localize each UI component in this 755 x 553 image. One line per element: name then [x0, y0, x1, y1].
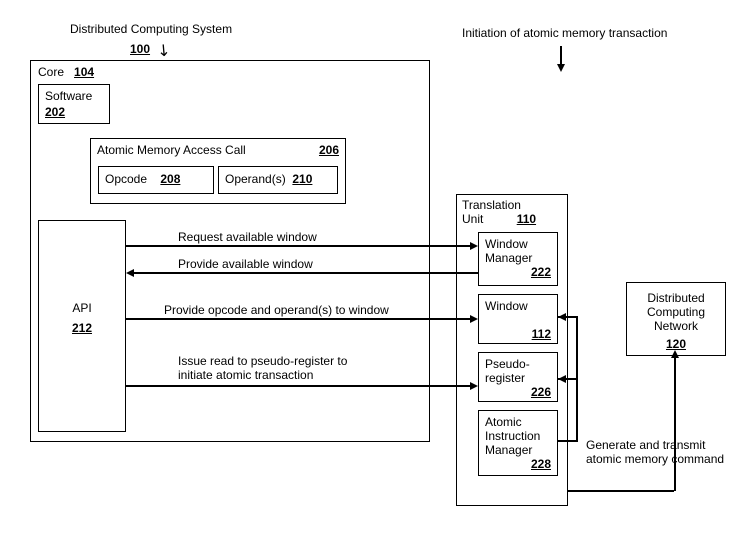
system-label: Distributed Computing System [70, 22, 232, 36]
software-label: Software [45, 89, 103, 103]
init-arrow-head [557, 64, 565, 72]
aim-out-h [568, 490, 674, 492]
software-box: Software 202 [38, 84, 110, 124]
aim-ref: 228 [485, 457, 551, 471]
system-ref: 100 [130, 42, 150, 56]
req-label: Request available window [178, 230, 317, 244]
gen-label: Generate and transmit atomic memory comm… [586, 438, 724, 466]
aim-spur [558, 440, 578, 442]
w-spur-head [558, 313, 566, 321]
provop-arrow-line [126, 318, 476, 320]
req-arrow-head [470, 242, 478, 250]
dcn-box: Distributed Computing Network 120 [626, 282, 726, 356]
gen-line1: Generate and transmit [586, 438, 724, 452]
issue-arrow-head [470, 382, 478, 390]
issue-arrow-line [126, 385, 476, 387]
operands-box: Operand(s) 210 [218, 166, 338, 194]
wm-label-2: Manager [485, 251, 551, 265]
dcn-ref: 120 [633, 337, 719, 351]
tu-ref: 110 [517, 212, 536, 226]
amac-label: Atomic Memory Access Call [97, 143, 246, 157]
init-arrow-line [560, 46, 562, 66]
pr-ref: 226 [485, 385, 551, 399]
window-box: Window 112 [478, 294, 558, 344]
opcode-box: Opcode 208 [98, 166, 214, 194]
operands-ref: 210 [292, 172, 312, 186]
pr-label-2: register [485, 371, 551, 385]
pr-label-1: Pseudo- [485, 357, 551, 371]
aim-label-3: Manager [485, 443, 551, 457]
window-label: Window [485, 299, 551, 313]
tu-title-row: Translation Unit 110 [462, 198, 536, 226]
wm-label-1: Window [485, 237, 551, 251]
aim-out-v [674, 356, 676, 491]
pr-spur-head [558, 375, 566, 383]
aim-out-head [671, 350, 679, 358]
system-title: Distributed Computing System [70, 22, 232, 36]
aim-label-1: Atomic [485, 415, 551, 429]
api-ref: 212 [45, 321, 119, 335]
system-ref-row: 100 ↘ [130, 38, 167, 58]
core-title: Core 104 [38, 65, 94, 79]
aim-label-2: Instruction [485, 429, 551, 443]
prov-arrow-line [134, 272, 478, 274]
wm-ref: 222 [485, 265, 551, 279]
amac-ref: 206 [319, 143, 339, 157]
operands-label: Operand(s) [225, 172, 286, 186]
dcn-label-1: Distributed [633, 291, 719, 305]
api-label: API [45, 301, 119, 315]
prov-arrow-head [126, 269, 134, 277]
dcn-label-3: Network [633, 319, 719, 333]
provop-label: Provide opcode and operand(s) to window [164, 303, 389, 317]
tu-label-row1: Translation [462, 198, 521, 212]
opcode-label: Opcode [105, 172, 147, 186]
tu-spine [576, 316, 578, 440]
tu-label-row2: Unit [462, 212, 483, 226]
system-arrow-glyph: ↘ [153, 38, 176, 62]
aim-box: Atomic Instruction Manager 228 [478, 410, 558, 476]
software-ref: 202 [45, 105, 103, 119]
window-ref: 112 [485, 327, 551, 341]
core-ref: 104 [74, 65, 94, 79]
api-box: API 212 [38, 220, 126, 432]
core-label: Core [38, 65, 64, 79]
dcn-label-2: Computing [633, 305, 719, 319]
prov-label: Provide available window [178, 257, 313, 271]
provop-arrow-head [470, 315, 478, 323]
issue-label: Issue read to pseudo-register toinitiate… [178, 354, 347, 382]
opcode-ref: 208 [160, 172, 180, 186]
pr-box: Pseudo- register 226 [478, 352, 558, 402]
init-label: Initiation of atomic memory transaction [462, 26, 667, 40]
req-arrow-line [126, 245, 476, 247]
gen-line2: atomic memory command [586, 452, 724, 466]
wm-box: Window Manager 222 [478, 232, 558, 286]
